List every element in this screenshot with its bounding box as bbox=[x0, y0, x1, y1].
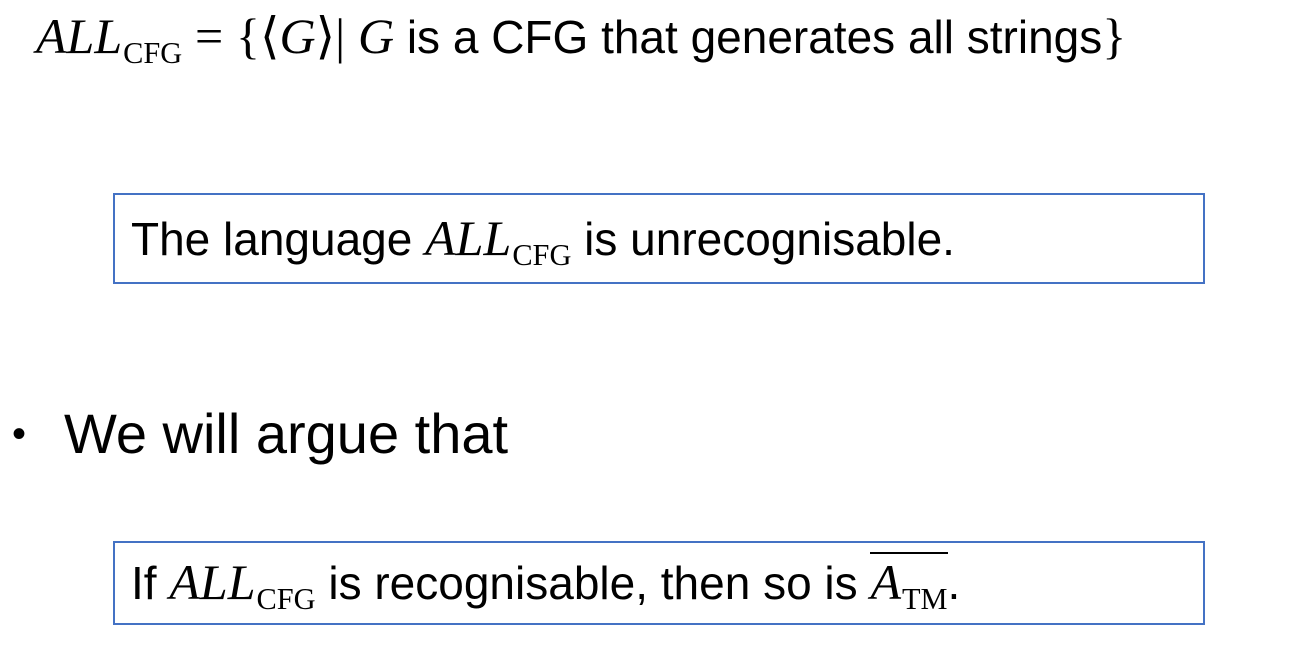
left-brace: { bbox=[236, 8, 260, 64]
lang-subscript: CFG bbox=[123, 35, 183, 70]
right-brace: } bbox=[1102, 8, 1127, 64]
implication-middle: is recognisable, then so is bbox=[328, 557, 858, 609]
grammar-variable: G bbox=[279, 8, 316, 64]
claim-prefix: The language bbox=[131, 213, 413, 265]
complement-name: A bbox=[870, 554, 901, 610]
implication-box: If ALLCFG is recognisable, then so is AT… bbox=[113, 541, 1205, 625]
implication-prefix: If bbox=[131, 557, 157, 609]
separator-bar: | bbox=[335, 8, 346, 64]
bullet-marker: • bbox=[12, 412, 27, 456]
complement-subscript: TM bbox=[901, 581, 948, 616]
definition-line: ALLCFG = {⟨G⟩| G is a CFG that generates… bbox=[36, 6, 1306, 73]
equals-sign: = bbox=[195, 8, 224, 64]
bullet-text: We will argue that bbox=[64, 402, 509, 465]
left-angle: ⟨ bbox=[260, 8, 280, 64]
definition-text: is a CFG that generates all strings bbox=[406, 11, 1103, 63]
lang-name: ALL bbox=[36, 8, 123, 64]
implication-lang-subscript: CFG bbox=[256, 581, 316, 616]
claim-lang-subscript: CFG bbox=[512, 237, 572, 272]
complement-overline: ATM bbox=[870, 552, 948, 614]
grammar-variable-2: G bbox=[357, 8, 395, 64]
claim-lang-name: ALL bbox=[425, 210, 512, 266]
bullet-item: • We will argue that bbox=[12, 398, 508, 470]
implication-lang-name: ALL bbox=[169, 554, 256, 610]
right-angle: ⟩ bbox=[315, 8, 336, 64]
claim-suffix: is unrecognisable. bbox=[584, 213, 955, 265]
implication-period: . bbox=[947, 557, 961, 609]
claim-box: The language ALLCFG is unrecognisable. bbox=[113, 193, 1205, 284]
